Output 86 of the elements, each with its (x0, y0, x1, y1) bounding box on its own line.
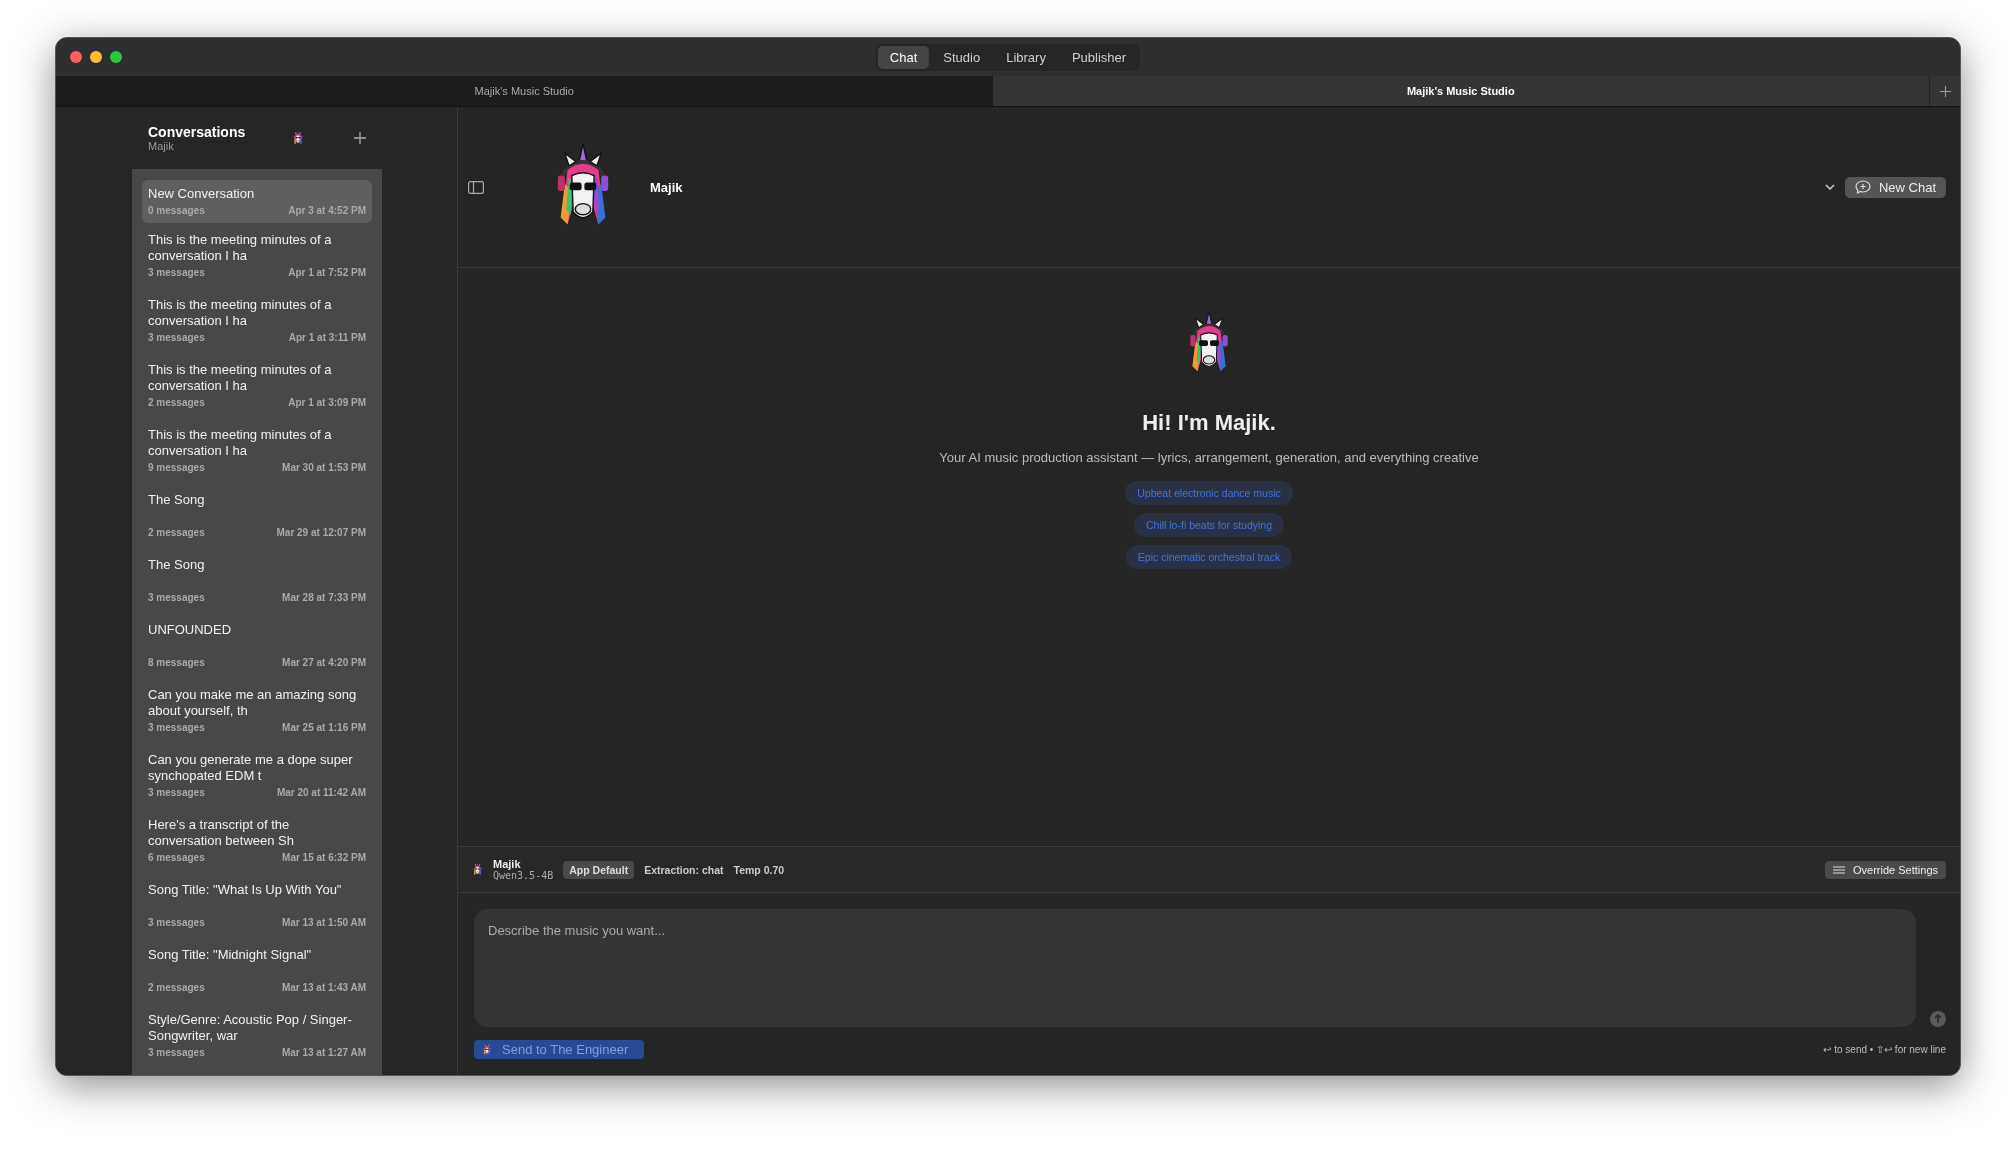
conversation-date: Mar 20 at 11:42 AM (276, 786, 366, 799)
chat-bubble-plus-icon (1854, 180, 1871, 194)
conversation-date: Mar 30 at 1:53 PM (282, 461, 366, 474)
conversation-title: New Conversation (148, 186, 256, 202)
zoom-button[interactable] (110, 51, 122, 63)
conversation-item[interactable]: Can you make me an amazing song about yourself, th 3 messages Mar 25 at 1:16 PM (142, 678, 372, 743)
conversation-item[interactable]: The Song 2 messages Mar 29 at 12:07 PM (142, 483, 372, 548)
conversation-date: Mar 13 at 1:50 AM (281, 916, 366, 929)
chevron-down-icon[interactable] (1824, 184, 1835, 190)
conversation-item[interactable]: Can you generate me a dope super synchopated EDM t 3 messages Mar 20 at 11:42 AM (142, 743, 372, 808)
close-button[interactable] (70, 51, 82, 63)
temperature-label: Temp 0.70 (733, 863, 785, 876)
message-count: 2 messages (148, 526, 205, 539)
extraction-label: Extraction: chat (644, 863, 724, 876)
agent-name: Majik (493, 858, 522, 870)
message-count: 9 messages (148, 461, 205, 474)
conversation-title: This is the meeting minutes of a conversation I ha (148, 297, 333, 329)
sidebar-title: Conversations (148, 124, 247, 140)
conversation-title: Song Title: "Midnight Signal" (148, 947, 313, 964)
message-count: 0 messages (148, 204, 205, 217)
assistant-name: Majik (650, 179, 683, 195)
message-input[interactable]: Describe the music you want... (474, 909, 1916, 1027)
add-tab-icon[interactable] (1939, 85, 1951, 97)
message-count: 3 messages (148, 266, 205, 279)
conversation-item[interactable]: Song Title: "Midnight Signal" 2 messages Mar 13 at 1:43 AM (142, 938, 372, 1003)
conversation-date: Apr 3 at 4:52 PM (288, 204, 366, 217)
unicorn-icon (472, 862, 483, 877)
conversation-item[interactable]: New Conversation 0 messages Apr 3 at 4:52 PM (142, 180, 372, 223)
conversation-title: This is the meeting minutes of a conversation I ha (148, 427, 333, 459)
mode-tab[interactable]: Publisher (1059, 45, 1139, 69)
conversation-date: Apr 1 at 3:11 PM (288, 331, 366, 344)
conversation-item[interactable]: The Song 3 messages Mar 28 at 7:33 PM (142, 548, 372, 613)
model-name: Qwen3.5-4B (493, 870, 554, 881)
conversation-date: Mar 28 at 7:33 PM (282, 591, 366, 604)
conversation-item[interactable]: UNFOUNDED 8 messages Mar 27 at 4:20 PM (142, 613, 372, 678)
message-count: 3 messages (148, 786, 205, 799)
conversation-title: Here's a transcript of the conversation between Sh (148, 817, 295, 849)
add-icon[interactable] (354, 132, 366, 144)
minimize-button[interactable] (90, 51, 102, 63)
conversation-item[interactable]: This is the meeting minutes of a conversation I ha 9 messages Mar 30 at 1:53 PM (142, 418, 372, 483)
message-count: 6 messages (148, 851, 205, 864)
conversation-date: Mar 15 at 6:32 PM (282, 851, 366, 864)
message-count: 3 messages (148, 1046, 205, 1059)
mode-tab[interactable]: Studio (931, 45, 993, 69)
conversation-title: Can you make me an amazing song about yourself, th (148, 687, 358, 719)
mode-tab[interactable]: Chat (877, 45, 930, 69)
settings-badge: App Default (563, 860, 635, 879)
conversation-title: This is the meeting minutes of a conversation I ha (148, 232, 333, 264)
conversation-title: The Song (148, 557, 206, 574)
sidebar-toggle-icon[interactable] (468, 180, 484, 194)
unicorn-icon (482, 1043, 492, 1056)
new-chat-button[interactable]: New Chat (1844, 176, 1946, 198)
message-count: 2 messages (148, 396, 205, 409)
mode-tab[interactable]: Library (994, 45, 1058, 69)
document-tab[interactable]: Majik's Music Studio (992, 76, 1929, 106)
conversation-item[interactable]: Style/Genre: Acoustic Pop / Singer-Songwriter, war 3 messages Mar 13 at 1:27 AM (142, 1003, 372, 1068)
message-count: 8 messages (148, 656, 205, 669)
message-count: 2 messages (148, 981, 205, 994)
keyboard-hint: ↩ to send • ⇧↩ for new line (1823, 1044, 1946, 1055)
conversation-date: Mar 13 at 1:27 AM (281, 1046, 366, 1059)
conversation-date: Apr 1 at 3:09 PM (288, 396, 366, 409)
conversation-title: This is the meeting minutes of a conversation I ha (148, 362, 333, 394)
welcome-heading: Hi! I'm Majik. (1142, 409, 1276, 436)
unicorn-icon (292, 130, 304, 146)
message-count: 3 messages (148, 916, 205, 929)
conversation-date: Mar 13 at 1:43 AM (281, 981, 366, 994)
conversation-title: Can you generate me a dope super synchopated EDM t (148, 752, 354, 784)
conversation-date: Mar 25 at 1:16 PM (282, 721, 366, 734)
message-count: 3 messages (148, 591, 205, 604)
conversation-title: Style/Genre: Acoustic Pop / Singer-Songwriter, war (148, 1012, 353, 1044)
conversation-item[interactable]: This is the meeting minutes of a conversation I ha 3 messages Apr 1 at 7:52 PM (142, 223, 372, 288)
message-count: 3 messages (148, 331, 205, 344)
conversation-item[interactable]: Song Title: "What Is Up With You" 3 messages Mar 13 at 1:50 AM (142, 873, 372, 938)
conversation-item[interactable]: This is the meeting minutes of a conversation I ha 3 messages Apr 1 at 3:11 PM (142, 288, 372, 353)
override-settings-button[interactable]: Override Settings (1825, 860, 1946, 879)
conversation-title: UNFOUNDED (148, 622, 233, 639)
conversation-title: Song Title: "What Is Up With You" (148, 882, 343, 899)
conversation-item[interactable]: This is the meeting minutes of a conversation I ha 2 messages Apr 1 at 3:09 PM (142, 353, 372, 418)
conversation-date: Mar 27 at 4:20 PM (282, 656, 366, 669)
welcome-subtitle: Your AI music production assistant — lyrics, arrangement, generation, and everything creative (939, 449, 1479, 465)
conversation-date: Apr 1 at 7:52 PM (288, 266, 366, 279)
conversation-item[interactable]: Here's a transcript of the conversation between Sh 6 messages Mar 15 at 6:32 PM (142, 808, 372, 873)
conversation-title: The Song (148, 492, 206, 509)
sidebar-subtitle: Majik (148, 140, 175, 152)
conversation-date: Mar 29 at 12:07 PM (276, 526, 366, 539)
message-count: 3 messages (148, 721, 205, 734)
